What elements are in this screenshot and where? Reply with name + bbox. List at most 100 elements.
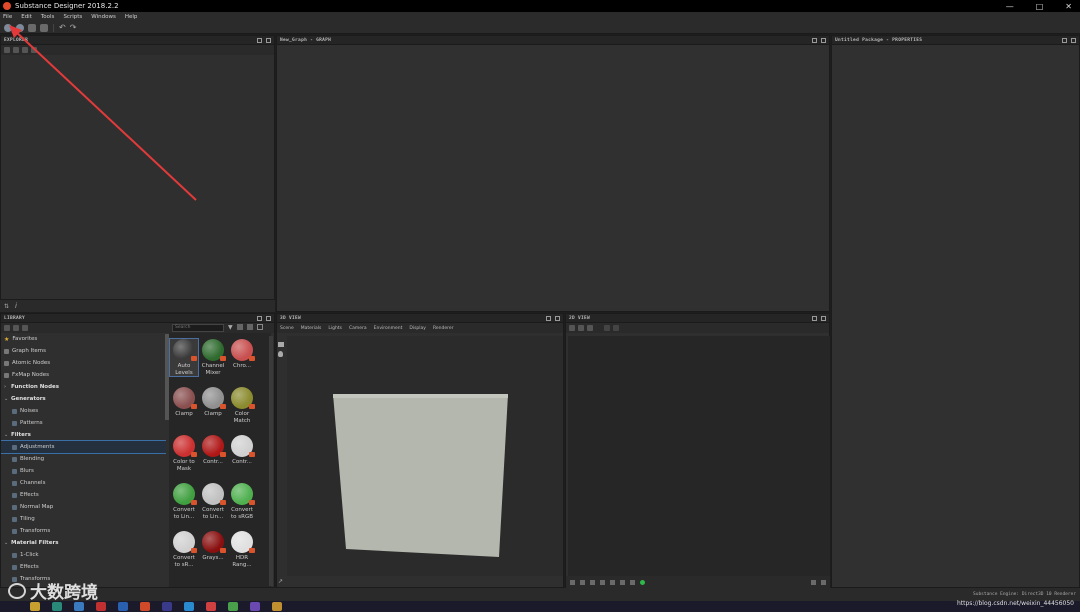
library-node[interactable]: Convert to Lin... xyxy=(199,483,227,520)
view3d-menu-materials[interactable]: Materials xyxy=(301,326,322,331)
library-tree-item[interactable]: Effects xyxy=(1,561,166,573)
float-icon[interactable] xyxy=(555,315,560,321)
view3d-menu-renderer[interactable]: Renderer xyxy=(433,326,454,331)
library-tree-item[interactable]: Graph Items xyxy=(1,345,166,357)
info-icon[interactable]: i xyxy=(15,302,17,310)
grid-mode-icon[interactable] xyxy=(246,324,253,330)
library-tree-item[interactable]: Normal Map xyxy=(1,501,166,513)
pin-icon[interactable] xyxy=(257,37,262,43)
library-node[interactable]: Convert to sRGB xyxy=(228,483,256,520)
refresh-icon[interactable] xyxy=(13,325,19,331)
settings-icon[interactable] xyxy=(31,47,37,53)
pencil-icon[interactable] xyxy=(22,325,28,331)
library-tree-item[interactable]: Blurs xyxy=(1,465,166,477)
chevron-icon[interactable]: ⌄ xyxy=(4,432,8,438)
expand-icon[interactable] xyxy=(256,324,263,330)
fit-icon[interactable] xyxy=(604,325,610,331)
library-node[interactable]: Clamp xyxy=(170,387,198,418)
pin-icon[interactable] xyxy=(257,315,262,321)
library-tree-item[interactable]: Tiling xyxy=(1,513,166,525)
float-icon[interactable] xyxy=(821,315,826,321)
view3d-menu-lights[interactable]: Lights xyxy=(328,326,342,331)
float-icon[interactable] xyxy=(812,37,817,43)
library-tree-item[interactable]: Adjustments xyxy=(1,440,166,454)
browser-taskbar-icon[interactable] xyxy=(184,602,194,611)
grid-icon[interactable] xyxy=(590,579,595,585)
histogram-icon[interactable] xyxy=(600,579,605,585)
info-icon[interactable] xyxy=(610,579,615,585)
app-taskbar-icon[interactable] xyxy=(118,602,128,611)
library-node[interactable]: Clamp xyxy=(199,387,227,418)
light-icon[interactable] xyxy=(278,351,283,357)
float-icon[interactable] xyxy=(266,315,271,321)
view3d-menu-scene[interactable]: Scene xyxy=(280,326,294,331)
library-tree-item[interactable]: › Function Nodes xyxy=(1,381,166,393)
library-tree-item[interactable]: ⌄ Generators xyxy=(1,393,166,405)
graph-panel[interactable]: New_Graph - GRAPH xyxy=(276,35,830,312)
channels-icon[interactable] xyxy=(587,325,593,331)
menu-tools[interactable]: Tools xyxy=(41,14,55,20)
open-item-icon[interactable] xyxy=(13,47,19,53)
folder-taskbar-icon[interactable] xyxy=(30,602,40,611)
library-node[interactable]: Channel Mixer xyxy=(199,339,227,376)
copy-icon[interactable] xyxy=(569,325,575,331)
menu-edit[interactable]: Edit xyxy=(21,14,32,20)
new-graph-icon[interactable] xyxy=(16,23,24,32)
view3d-menu-display[interactable]: Display xyxy=(409,326,426,331)
library-tree-item[interactable]: ⌄ Filters xyxy=(1,429,166,441)
menu-windows[interactable]: Windows xyxy=(91,14,116,20)
library-search-input[interactable]: Search xyxy=(172,324,224,332)
menu-file[interactable]: File xyxy=(3,14,12,20)
new-package-icon[interactable] xyxy=(4,23,12,32)
tile-icon[interactable] xyxy=(580,579,585,585)
app-taskbar-icon[interactable] xyxy=(206,602,216,611)
close-panel-icon[interactable] xyxy=(1071,37,1076,43)
open-icon[interactable] xyxy=(28,23,36,32)
library-tree-item[interactable]: Noises xyxy=(1,405,166,417)
library-node[interactable]: HDR Rang... xyxy=(228,531,256,568)
library-tree-item[interactable]: ★ Favorites xyxy=(1,333,166,345)
chevron-icon[interactable]: ⌄ xyxy=(4,396,8,402)
toggle-icon[interactable] xyxy=(570,579,575,585)
view3d-menu-environment[interactable]: Environment xyxy=(374,326,403,331)
sync-icon[interactable]: ⇅ xyxy=(4,303,9,310)
grid-scrollbar-track[interactable] xyxy=(269,336,273,586)
undo-icon[interactable]: ↶ xyxy=(59,23,66,32)
float-icon[interactable] xyxy=(1062,37,1067,43)
chevron-icon[interactable]: › xyxy=(4,384,8,390)
view-mode-icon[interactable] xyxy=(236,324,243,330)
snapshot-icon[interactable] xyxy=(630,579,635,585)
app-taskbar-icon[interactable] xyxy=(162,602,172,611)
filter-icon[interactable]: ▼ xyxy=(228,324,233,331)
library-tree-item[interactable]: FxMap Nodes xyxy=(1,369,166,381)
library-node[interactable]: Grays... xyxy=(199,531,227,562)
pin-icon[interactable] xyxy=(812,315,817,321)
color-picker-icon[interactable] xyxy=(620,579,625,585)
close-panel-icon[interactable] xyxy=(821,37,826,43)
view3d-menu-camera[interactable]: Camera xyxy=(349,326,367,331)
library-node[interactable]: Auto Levels xyxy=(169,338,199,377)
chevron-icon[interactable]: ⌄ xyxy=(4,540,8,546)
new-item-icon[interactable] xyxy=(4,47,10,53)
menu-scripts[interactable]: Scripts xyxy=(63,14,82,20)
library-tree-item[interactable]: Transforms xyxy=(1,525,166,537)
maximize-button[interactable]: □ xyxy=(1036,2,1044,11)
library-node[interactable]: Color Match xyxy=(228,387,256,424)
library-node[interactable]: Convert to Lin... xyxy=(170,483,198,520)
menu-help[interactable]: Help xyxy=(125,14,138,20)
library-tree-item[interactable]: Patterns xyxy=(1,417,166,429)
list-view-icon[interactable] xyxy=(4,325,10,331)
app-taskbar-icon[interactable] xyxy=(140,602,150,611)
close-button[interactable]: ✕ xyxy=(1065,2,1072,11)
export-icon[interactable] xyxy=(578,325,584,331)
app-taskbar-icon[interactable] xyxy=(250,602,260,611)
library-node[interactable]: Convert to sR... xyxy=(170,531,198,568)
library-node[interactable]: Chro... xyxy=(228,339,256,370)
library-node[interactable]: Contr... xyxy=(228,435,256,466)
zoom-icon[interactable] xyxy=(613,325,619,331)
zoom-out-icon[interactable] xyxy=(811,579,816,585)
library-tree-item[interactable]: Atomic Nodes xyxy=(1,357,166,369)
pin-icon[interactable] xyxy=(546,315,551,321)
save-item-icon[interactable] xyxy=(22,47,28,53)
save-icon[interactable] xyxy=(40,23,48,32)
